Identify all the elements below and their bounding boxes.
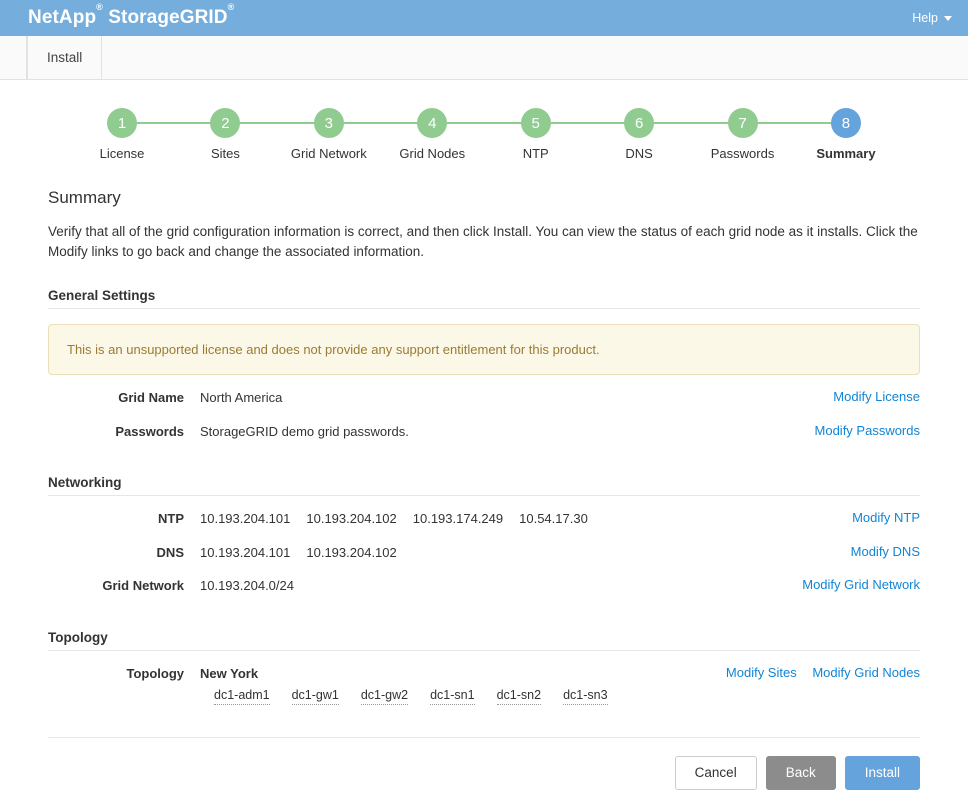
- row-value: 10.193.204.0/24: [200, 578, 294, 594]
- wizard-step-label: Passwords: [710, 146, 775, 161]
- brand-logo: NetApp® StorageGRID®: [28, 2, 234, 29]
- grid-node[interactable]: dc1-gw2: [360, 687, 409, 706]
- modify-sites-link[interactable]: Modify Sites: [726, 665, 797, 680]
- wizard-step-grid-nodes[interactable]: 4 Grid Nodes: [384, 108, 533, 161]
- grid-node-list: dc1-adm1 dc1-gw1 dc1-gw2 dc1-sn1 dc1-sn2…: [200, 687, 712, 706]
- modify-license-link[interactable]: Modify License: [833, 389, 920, 404]
- wizard-step-number: 6: [624, 108, 655, 138]
- tab-bar: Install: [0, 36, 968, 80]
- main-content: Summary Verify that all of the grid conf…: [0, 188, 968, 713]
- page-title: Summary: [48, 188, 121, 207]
- wizard-step-sites[interactable]: 2 Sites: [177, 108, 326, 161]
- grid-node[interactable]: dc1-sn1: [430, 687, 475, 706]
- row-actions: Modify License: [819, 389, 920, 404]
- grid-node[interactable]: dc1-sn2: [496, 687, 542, 706]
- wizard-step-ntp[interactable]: 5 NTP: [488, 108, 636, 161]
- app-header: NetApp® StorageGRID® Help: [0, 0, 968, 36]
- grid-node[interactable]: dc1-adm1: [214, 687, 270, 706]
- summary-row-grid-name: Grid Name North America Modify License: [48, 381, 920, 415]
- ntp-address: 10.193.204.101: [200, 511, 291, 527]
- row-value: North America: [200, 390, 283, 406]
- wizard-step-dns[interactable]: 6 DNS: [591, 108, 740, 161]
- brand-name: NetApp: [28, 7, 97, 28]
- topology-rows: Topology New York dc1-adm1 dc1-gw1 dc1-g…: [48, 657, 920, 713]
- summary-row-ntp: NTP 10.193.204.101 10.193.204.102 10.193…: [48, 502, 920, 536]
- summary-row-dns: DNS 10.193.204.101 10.193.204.102 Modify…: [48, 536, 920, 570]
- wizard-step-number: 7: [727, 108, 758, 138]
- row-value: 10.193.204.101 10.193.204.102 10.193.174…: [200, 510, 838, 528]
- ntp-address: 10.193.204.102: [306, 511, 397, 527]
- wizard-step-grid-network[interactable]: 3 Grid Network: [281, 108, 429, 161]
- wizard-step-license[interactable]: 1 License: [74, 108, 222, 161]
- dns-address-list: 10.193.204.101 10.193.204.102: [200, 544, 837, 562]
- license-warning-banner: This is an unsupported license and does …: [48, 324, 920, 376]
- wizard-step-label: License: [99, 146, 145, 161]
- dns-address: 10.193.204.101: [200, 544, 291, 560]
- wizard-step-number: 4: [417, 108, 448, 138]
- wizard-step-label: Summary: [816, 146, 876, 161]
- modify-dns-link[interactable]: Modify DNS: [851, 544, 920, 559]
- wizard-step-number: 3: [313, 108, 344, 138]
- summary-row-grid-network: Grid Network 10.193.204.0/24 Modify Grid…: [48, 569, 920, 603]
- row-value: StorageGRID demo grid passwords.: [200, 423, 409, 439]
- brand-product: StorageGRID: [108, 7, 228, 28]
- ntp-address: 10.193.174.249: [412, 511, 504, 527]
- wizard-step-number: 1: [107, 108, 137, 138]
- section-heading-general-settings: General Settings: [48, 288, 920, 310]
- tab-install[interactable]: Install: [27, 36, 103, 79]
- row-label: Topology: [126, 665, 184, 681]
- modify-grid-network-link[interactable]: Modify Grid Network: [802, 577, 920, 592]
- wizard-step-label: Grid Nodes: [399, 146, 466, 161]
- ntp-address: 10.54.17.30: [519, 511, 588, 527]
- wizard-step-label: DNS: [625, 146, 653, 161]
- ntp-address-list: 10.193.204.101 10.193.204.102 10.193.174…: [200, 510, 838, 528]
- row-actions: Modify Grid Network: [788, 577, 920, 592]
- brand-product-registered-icon: ®: [227, 1, 235, 12]
- row-actions: Modify Sites Modify Grid Nodes: [712, 665, 920, 680]
- summary-row-topology: Topology New York dc1-adm1 dc1-gw1 dc1-g…: [48, 657, 920, 713]
- modify-ntp-link[interactable]: Modify NTP: [852, 510, 920, 525]
- modify-passwords-link[interactable]: Modify Passwords: [815, 423, 920, 438]
- row-label: NTP: [158, 511, 184, 527]
- row-label: DNS: [156, 544, 184, 560]
- wizard-step-label: Grid Network: [290, 146, 367, 161]
- license-warning-text: This is an unsupported license and does …: [67, 342, 600, 358]
- wizard-step-label: NTP: [522, 146, 549, 161]
- page-description: Verify that all of the grid configuratio…: [48, 224, 918, 259]
- site-name: New York: [200, 665, 259, 681]
- row-value: 10.193.204.101 10.193.204.102: [200, 544, 837, 562]
- wizard-step-label: Sites: [210, 146, 240, 161]
- tab-install-label: Install: [47, 50, 83, 65]
- wizard-step-number: 5: [520, 108, 551, 138]
- grid-node[interactable]: dc1-sn3: [563, 687, 608, 706]
- help-menu-label: Help: [912, 11, 938, 25]
- row-actions: Modify NTP: [838, 510, 920, 525]
- general-settings-rows: Grid Name North America Modify License P…: [48, 381, 920, 448]
- row-label: Grid Name: [118, 390, 184, 406]
- cancel-button[interactable]: Cancel: [674, 756, 757, 790]
- wizard-step-passwords[interactable]: 7 Passwords: [695, 108, 843, 161]
- brand-name-registered-icon: ®: [96, 1, 103, 12]
- back-button[interactable]: Back: [765, 756, 836, 790]
- dns-address: 10.193.204.102: [306, 544, 397, 560]
- help-menu[interactable]: Help: [912, 11, 952, 25]
- wizard-step-summary[interactable]: 8 Summary: [798, 108, 894, 161]
- chevron-down-icon: [944, 15, 952, 21]
- section-heading-topology: Topology: [48, 630, 920, 651]
- wizard-stepper: 1 License 2 Sites 3 Grid Network 4 Grid …: [74, 80, 894, 161]
- row-actions: Modify Passwords: [801, 423, 920, 438]
- row-actions: Modify DNS: [837, 544, 920, 559]
- modify-grid-nodes-link[interactable]: Modify Grid Nodes: [812, 665, 920, 680]
- install-button[interactable]: Install: [844, 756, 920, 790]
- wizard-step-number: 8: [830, 108, 861, 138]
- row-label: Passwords: [115, 423, 184, 439]
- row-value: New York dc1-adm1 dc1-gw1 dc1-gw2 dc1-sn…: [200, 665, 712, 706]
- footer-actions: Cancel Back Install: [0, 738, 968, 790]
- summary-row-passwords: Passwords StorageGRID demo grid password…: [48, 415, 920, 449]
- wizard-step-number: 2: [210, 108, 241, 138]
- row-label: Grid Network: [102, 578, 184, 594]
- section-heading-networking: Networking: [48, 475, 920, 497]
- networking-rows: NTP 10.193.204.101 10.193.204.102 10.193…: [48, 502, 920, 603]
- grid-node[interactable]: dc1-gw1: [291, 687, 339, 706]
